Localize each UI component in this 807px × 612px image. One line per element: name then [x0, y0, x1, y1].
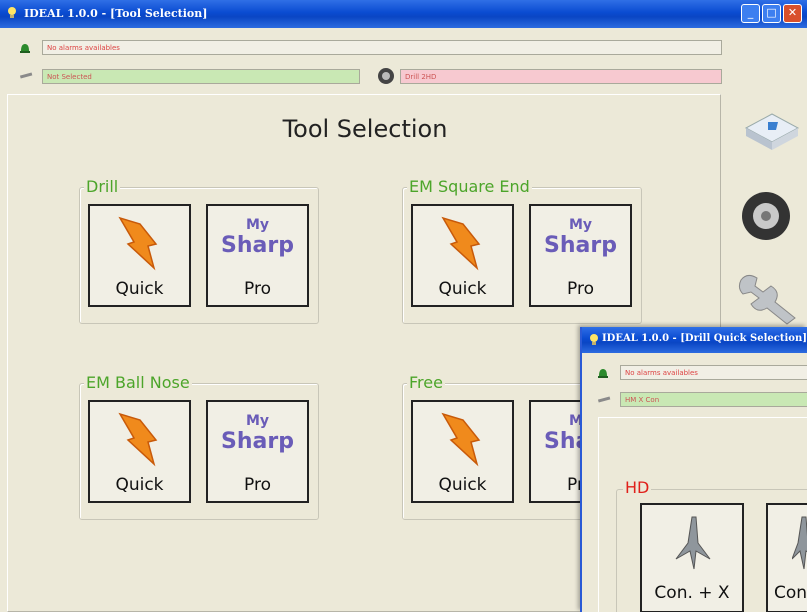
tool-status-field: Not Selected — [42, 69, 360, 84]
lightbulb-icon — [8, 7, 16, 18]
drill-bit-icon — [792, 516, 807, 570]
pro-label: Pro — [567, 279, 594, 299]
window-title: IDEAL 1.0.0 - [Tool Selection] — [24, 7, 208, 20]
alarm-bell-icon — [598, 369, 608, 378]
button-label: Con — [774, 583, 807, 603]
maximize-icon: □ — [766, 6, 777, 19]
title-bar[interactable]: IDEAL 1.0.0 - [Tool Selection] _ □ ✕ — [0, 0, 807, 28]
overlay-window-title: IDEAL 1.0.0 - [Drill Quick Selection] — [602, 333, 807, 344]
free-quick-button[interactable]: Quick — [411, 400, 514, 503]
quick-label: Quick — [438, 475, 487, 495]
lightning-quick-icon — [441, 412, 481, 467]
lightning-quick-icon — [441, 216, 481, 271]
lightning-quick-icon — [118, 412, 158, 467]
drill-bit-icon — [675, 516, 711, 570]
overlay-alarm-field: No alarms availables — [620, 365, 807, 380]
pro-label: Pro — [244, 279, 271, 299]
wrench-small-icon — [597, 396, 611, 403]
drill-quick-selection-window: IDEAL 1.0.0 - [Drill Quick Selection] No… — [580, 327, 807, 612]
lightbulb-icon — [590, 334, 598, 345]
group-label: Drill — [84, 177, 121, 196]
drill-disc-icon — [378, 68, 394, 84]
quick-label: Quick — [115, 475, 164, 495]
close-button[interactable]: ✕ — [783, 4, 802, 23]
mysharp-logo: MySharp — [221, 217, 294, 258]
group-label: EM Ball Nose — [84, 373, 192, 392]
minimize-button[interactable]: _ — [741, 4, 760, 23]
em-ball-pro-button[interactable]: My Sharp Pro — [206, 400, 309, 503]
page-title: Tool Selection — [282, 115, 448, 143]
em-ball-quick-button[interactable]: Quick — [88, 400, 191, 503]
keyboard-icon[interactable] — [738, 108, 802, 158]
group-label: EM Square End — [407, 177, 532, 196]
maximize-button[interactable]: □ — [762, 4, 781, 23]
con-button[interactable]: Con — [766, 503, 807, 612]
button-label: Con. + X — [654, 583, 730, 603]
drill-quick-button[interactable]: Quick — [88, 204, 191, 307]
pro-label: Pro — [244, 475, 271, 495]
con-plus-x-button[interactable]: Con. + X — [640, 503, 744, 612]
quick-label: Quick — [438, 279, 487, 299]
overlay-tool-status-field: HM X Con — [620, 392, 807, 407]
group-em-square-end: EM Square End Quick My Sharp Pro — [402, 178, 642, 324]
em-square-pro-button[interactable]: My Sharp Pro — [529, 204, 632, 307]
group-em-ball-nose: EM Ball Nose Quick My Sharp Pro — [79, 374, 319, 520]
alarm-bell-icon — [20, 44, 30, 53]
group-label: Free — [407, 373, 445, 392]
close-icon: ✕ — [787, 6, 798, 19]
overlay-title-bar[interactable]: IDEAL 1.0.0 - [Drill Quick Selection] — [582, 327, 807, 353]
alarm-field: No alarms availables — [42, 40, 722, 55]
lightning-quick-icon — [118, 216, 158, 271]
drill-pro-button[interactable]: My Sharp Pro — [206, 204, 309, 307]
drill-status-field: Drill 2HD — [400, 69, 722, 84]
minimize-icon: _ — [747, 6, 754, 19]
mysharp-logo: MySharp — [221, 413, 294, 454]
wrench-small-icon — [19, 72, 33, 79]
wrench-icon[interactable] — [735, 270, 805, 325]
tire-icon[interactable] — [740, 190, 792, 242]
group-drill: Drill Quick My Sharp Pro — [79, 178, 319, 324]
quick-label: Quick — [115, 279, 164, 299]
em-square-quick-button[interactable]: Quick — [411, 204, 514, 307]
hd-group-label: HD — [623, 478, 652, 497]
mysharp-logo: MySharp — [544, 217, 617, 258]
